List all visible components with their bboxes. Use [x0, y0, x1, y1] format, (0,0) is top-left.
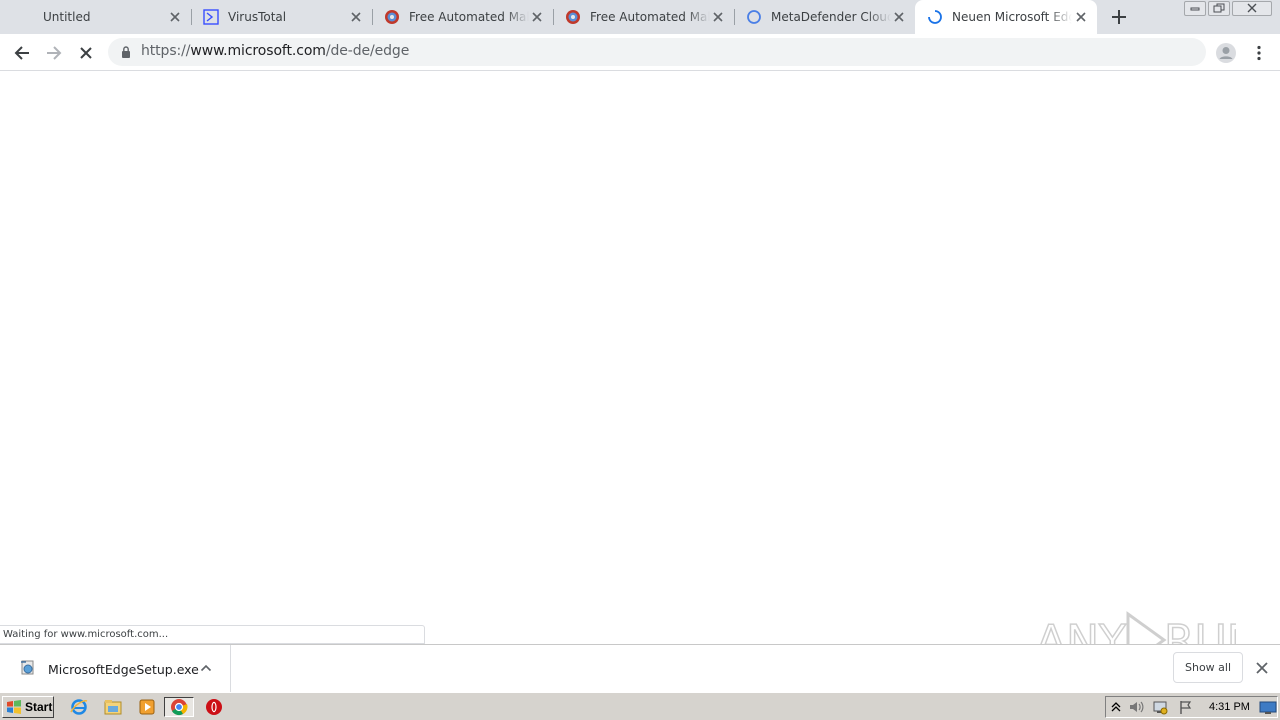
page-content [0, 72, 1280, 644]
restore-icon [1213, 3, 1225, 13]
new-tab-icon[interactable] [1108, 6, 1130, 28]
start-label: Start [25, 700, 53, 714]
minimize-icon [1190, 7, 1200, 11]
status-bubble: Waiting for www.microsoft.com... [0, 625, 425, 644]
tab-title: Untitled [43, 10, 91, 24]
arrow-right-icon [47, 46, 62, 60]
url-text[interactable]: https://www.microsoft.com/de-de/edge [141, 43, 409, 59]
close-icon[interactable] [1074, 10, 1088, 24]
back-button[interactable] [10, 41, 34, 65]
virustotal-icon [203, 9, 219, 25]
stop-icon [80, 47, 92, 59]
tab-virustotal[interactable]: VirusTotal [191, 0, 373, 34]
blank-icon [12, 9, 28, 25]
forward-button[interactable] [42, 41, 66, 65]
installer-file-icon [21, 660, 34, 675]
action-center-flag-icon[interactable] [1178, 700, 1194, 715]
kebab-menu-icon [1257, 45, 1261, 61]
opera-icon[interactable] [203, 697, 225, 717]
download-file-name: MicrosoftEdgeSetup.exe [48, 662, 199, 677]
tab-title: Free Automated Malware [590, 10, 710, 24]
loading-spinner-icon [746, 9, 762, 25]
tab-strip: Untitled VirusTotal Free Automated Malwa… [0, 0, 1280, 34]
tab-hybrid-analysis-2[interactable]: Free Automated Malware [553, 0, 735, 34]
windows-logo-icon [7, 700, 21, 714]
download-item[interactable]: MicrosoftEdgeSetup.exe [0, 645, 231, 692]
screen: Untitled VirusTotal Free Automated Malwa… [0, 0, 1280, 720]
chrome-taskbar-button[interactable] [164, 697, 194, 717]
minimize-button[interactable] [1184, 1, 1206, 16]
volume-icon[interactable] [1128, 700, 1144, 714]
close-icon[interactable] [1254, 660, 1270, 676]
tab-untitled[interactable]: Untitled [0, 0, 192, 34]
file-explorer-icon[interactable] [102, 697, 124, 717]
loading-spinner-icon [927, 9, 943, 25]
menu-button[interactable] [1247, 41, 1271, 65]
chevron-up-icon[interactable] [200, 663, 212, 673]
profile-button[interactable] [1214, 41, 1238, 65]
tab-title: MetaDefender Cloud | R [771, 10, 891, 24]
download-shelf: MicrosoftEdgeSetup.exe Show all [0, 644, 1280, 692]
windows-taskbar: Start 4:31 PM [0, 692, 1280, 720]
stop-button[interactable] [74, 41, 98, 65]
start-button[interactable]: Start [2, 696, 54, 718]
hybrid-analysis-icon [384, 9, 400, 25]
taskbar-clock[interactable]: 4:31 PM [1209, 701, 1250, 713]
window-close-button[interactable] [1232, 1, 1272, 16]
close-icon[interactable] [892, 10, 906, 24]
media-player-icon[interactable] [136, 697, 158, 717]
tab-title: Neuen Microsoft Edge-B [952, 10, 1072, 24]
url-scheme: https:// [141, 43, 191, 59]
show-all-button[interactable]: Show all [1173, 652, 1243, 683]
url-path: /de-de/edge [325, 43, 410, 59]
hybrid-analysis-icon [565, 9, 581, 25]
close-icon[interactable] [168, 10, 182, 24]
restore-button[interactable] [1208, 1, 1230, 16]
show-desktop-icon[interactable] [1259, 700, 1277, 715]
close-icon[interactable] [530, 10, 544, 24]
tab-metadefender[interactable]: MetaDefender Cloud | R [734, 0, 915, 34]
chrome-icon [171, 699, 188, 716]
arrow-left-icon [14, 46, 29, 60]
tab-title: VirusTotal [228, 10, 287, 24]
system-tray [1105, 696, 1278, 718]
url-host: www.microsoft.com [190, 43, 326, 59]
internet-explorer-icon[interactable] [68, 697, 90, 717]
close-icon[interactable] [711, 10, 725, 24]
tab-title: Free Automated Malware [409, 10, 529, 24]
lock-icon[interactable] [120, 45, 132, 59]
avatar-icon [1216, 43, 1236, 63]
show-hidden-icons-icon[interactable] [1111, 701, 1121, 713]
network-icon[interactable] [1152, 700, 1168, 715]
tab-microsoft-edge[interactable]: Neuen Microsoft Edge-B [915, 0, 1097, 34]
close-icon[interactable] [349, 10, 363, 24]
tab-hybrid-analysis-1[interactable]: Free Automated Malware [372, 0, 554, 34]
close-icon [1247, 3, 1257, 13]
